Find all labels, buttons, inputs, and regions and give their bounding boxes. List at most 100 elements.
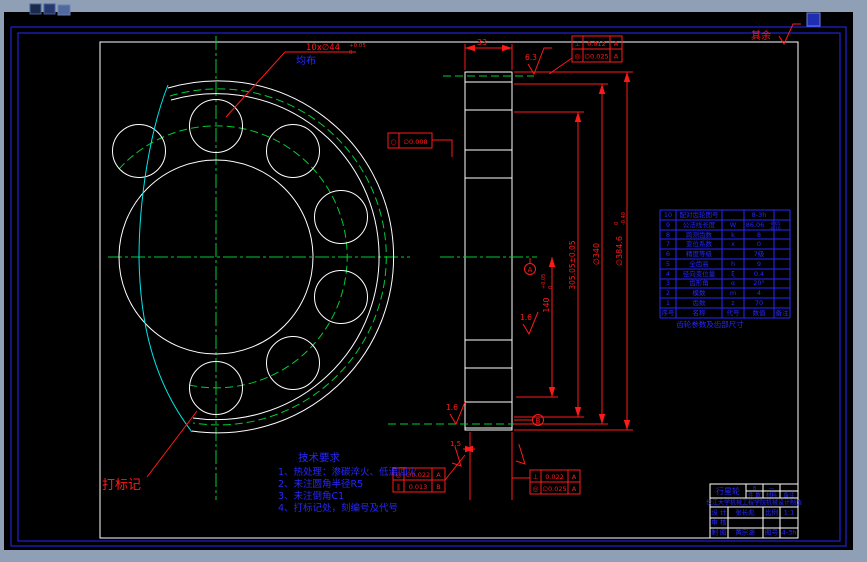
material-label: 材料	[766, 491, 778, 499]
dim-384-sup: 0	[614, 222, 620, 225]
part-name: 行星轮	[716, 486, 740, 496]
table-cell: 精度等级	[686, 249, 713, 258]
gdt-value: 0.012	[587, 40, 606, 48]
window-icon-2[interactable]	[43, 3, 56, 15]
table-cell: 0	[757, 240, 761, 248]
table-cell: 8	[666, 231, 670, 239]
cad-window: 其余 10x∅44 +0.05 0 均布 打标记 33 ∅384.6 0 -0.…	[0, 0, 867, 562]
table-cell: k	[731, 231, 735, 239]
table-header: 数值	[753, 308, 767, 317]
table-cell: 5	[666, 260, 670, 268]
check-label: 审 核	[711, 518, 727, 527]
hole-callout-sub: 0	[349, 50, 353, 56]
table-cell: 公法线长度	[683, 220, 716, 229]
design-label: 设 计	[711, 508, 727, 517]
table-cell: 全齿高	[689, 259, 709, 268]
table-cell: 86.06	[746, 221, 765, 229]
gdt-datum-ref: A	[572, 473, 577, 481]
table-cell: 径向变位量	[683, 269, 716, 278]
table-cell-sub: -0.10	[769, 226, 781, 232]
qty-label: 件 数	[748, 491, 761, 499]
scale-value: 1:1	[784, 509, 794, 517]
table-cell: W	[730, 221, 737, 229]
note-item: 2、未注圆角半径R5	[278, 478, 363, 490]
dim-305: 305.05±0.05	[568, 240, 577, 289]
gdt-value: ∅0.025	[584, 53, 608, 61]
table-cell: 配对齿轮图号	[680, 210, 720, 219]
table-cell: 4	[666, 270, 670, 278]
table-cell: 模数	[693, 288, 707, 297]
dim-33: 33	[477, 38, 487, 47]
mark-label: 打标记	[102, 478, 141, 493]
gdt-symbol: ⊥	[574, 40, 580, 48]
table-header: 序号	[662, 308, 676, 317]
table-cell: 齿数	[693, 298, 707, 307]
table-cell: 70	[755, 299, 763, 307]
hole-callout-sup: +0.05	[349, 43, 366, 49]
gdt-value: 0.022	[545, 473, 564, 481]
table-cell: 齿形角	[689, 278, 709, 287]
table-cell: x	[731, 240, 735, 248]
dim-384-sub: -0.40	[621, 212, 627, 225]
hole-callout-text: 10x∅44	[306, 43, 340, 53]
dim-340: ∅340	[592, 243, 601, 265]
hole-callout-note: 均布	[296, 55, 316, 67]
gdt-value: 0.013	[409, 483, 428, 491]
corner-widget-icon[interactable]	[806, 12, 821, 27]
drawing-no-value: 4-3h	[782, 529, 797, 537]
table-cell: 6	[666, 250, 670, 258]
rough-16-mid: 1.6	[520, 313, 532, 322]
drafter-name: 黄宗湖	[735, 528, 755, 537]
table-cell: 3	[666, 279, 670, 287]
table-cell: α	[731, 279, 735, 287]
note-label: 备注	[783, 491, 795, 499]
window-icon-3[interactable]	[57, 4, 71, 16]
scale-label: 比例	[765, 508, 778, 517]
table-cell: 1	[666, 299, 670, 307]
designer-name: 张长彪	[735, 508, 755, 517]
material-value: —	[769, 486, 775, 492]
gdt-symbol: ◎	[532, 485, 538, 493]
table-cell: m	[730, 289, 736, 297]
note-item: 4、打标记处，刻编号及代号	[278, 502, 398, 514]
table-cell: 变位系数	[686, 239, 713, 248]
table-cell: ξ	[731, 270, 735, 278]
gdt-datum-ref: B	[436, 483, 440, 491]
title-block: 行星轮 8 — 件 数 材料 备注 长江大学机械工程学院机械设计制造 设 计 张…	[706, 483, 802, 539]
gdt-datum-ref: A	[572, 485, 577, 493]
gdt-symbol: ◎	[574, 53, 580, 61]
gdt-datum-ref: A	[436, 471, 441, 479]
table-cell: 7级	[754, 249, 765, 258]
gdt-symbol: ○	[390, 138, 396, 146]
gdt-value: ∅0.025	[542, 485, 566, 493]
table-cell: z	[731, 299, 735, 307]
drawing-canvas[interactable]	[4, 12, 853, 550]
table-cell: 7	[666, 240, 670, 248]
table-caption: 齿轮参数及齿部尺寸	[676, 319, 744, 329]
gdt-datum-ref: A	[614, 53, 619, 61]
qty-value: 8	[753, 486, 757, 492]
dim-140-sup: +0.05	[541, 274, 547, 289]
rough-16-left: 1.6	[446, 403, 458, 412]
rest-label: 其余	[751, 29, 771, 42]
window-icon-1[interactable]	[29, 3, 42, 15]
table-cell: 0.4	[754, 270, 764, 278]
table-cell: 9	[666, 221, 670, 229]
table-header: 名称	[693, 308, 707, 317]
table-cell: 8-3h	[752, 211, 767, 219]
datum-a: A	[528, 266, 533, 274]
gdt-symbol: ∥	[397, 483, 401, 491]
table-cell: 10	[664, 211, 672, 219]
dim-140: 140	[542, 297, 551, 312]
notes-title: 技术要求	[298, 451, 340, 464]
table-cell: 4	[757, 289, 761, 297]
table-cell: 2	[666, 289, 670, 297]
draw-label: 制 图	[711, 528, 726, 537]
table-cell: 9	[757, 260, 761, 268]
table-header: 备注	[776, 308, 790, 317]
dim-140-sub: 0	[548, 286, 554, 289]
table-cell: 20°	[753, 279, 765, 287]
table-cell: h	[731, 260, 735, 268]
gdt-datum-ref: A	[614, 40, 619, 48]
dim-384: ∅384.6	[615, 236, 624, 266]
